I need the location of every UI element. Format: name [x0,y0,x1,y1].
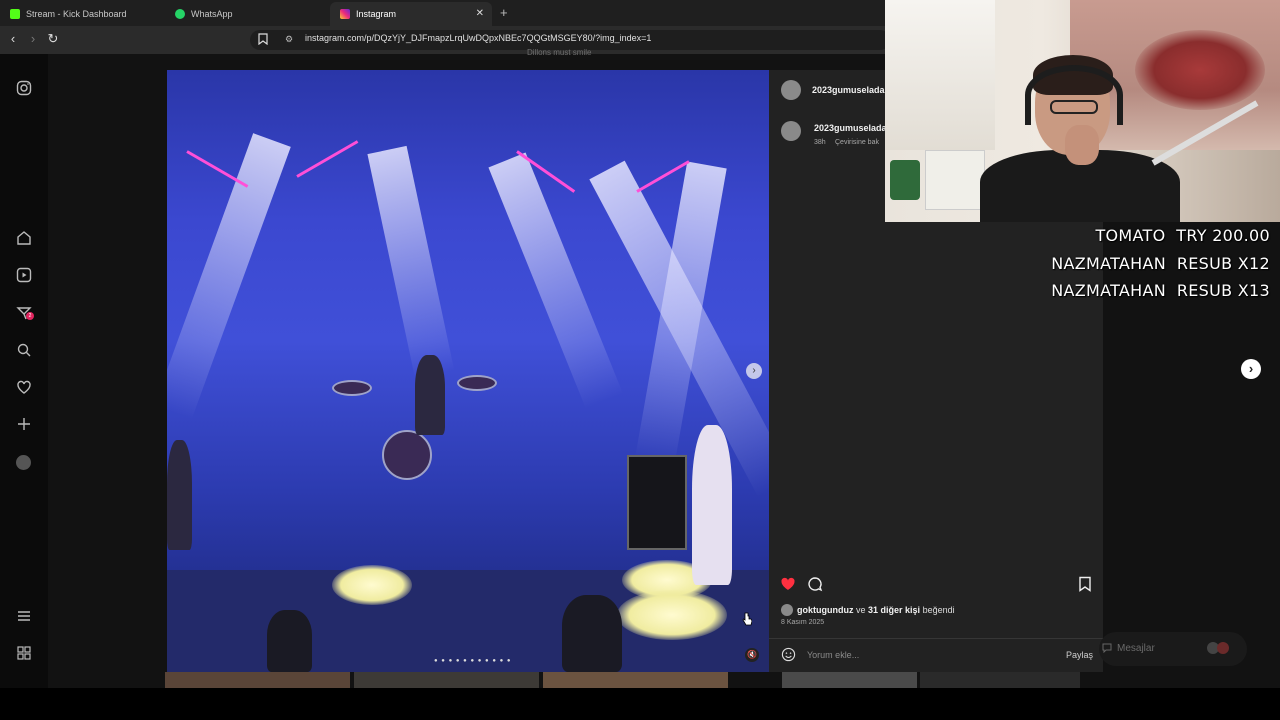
instagram-logo-icon[interactable] [14,78,34,98]
related-post-thumbnail[interactable] [354,672,539,688]
messages-label: Mesajlar [1117,643,1155,654]
tab-whatsapp[interactable]: WhatsApp [165,2,330,26]
messages-avatars [1207,642,1229,654]
related-post-thumbnail[interactable] [920,672,1080,688]
forward-icon[interactable]: › [24,31,42,46]
reels-icon[interactable] [14,265,34,285]
divider [769,638,1103,639]
create-plus-icon[interactable] [14,414,34,434]
headset [1025,65,1123,125]
alert-name: NAZMATAHAN [1051,254,1167,273]
alert-detail: RESUB X12 [1176,254,1270,273]
tapestry-tree [1135,30,1265,110]
window [885,0,995,150]
alert-name: TOMATO [1095,226,1166,245]
media-next-arrow-icon[interactable]: › [746,363,762,379]
related-post-thumbnail[interactable] [165,672,350,688]
cymbal [332,380,372,396]
post-media-image[interactable] [167,70,769,672]
comment-input[interactable]: Yorum ekle... [807,650,859,660]
home-icon[interactable] [14,228,34,248]
carousel-dots: ● ● ● ● ● ● ● ● ● ● ● [434,658,512,664]
bookmark-icon[interactable] [258,33,268,45]
profile-avatar[interactable] [16,455,31,470]
back-icon[interactable]: ‹ [4,31,22,46]
mute-icon[interactable]: 🔇 [745,648,759,662]
whatsapp-icon [175,9,185,19]
drummer [415,355,445,435]
crowd-head [267,610,312,672]
instagram-sidebar [0,54,48,688]
site-info-icon[interactable]: ⚙ [285,34,293,45]
hand-cursor-icon [742,612,752,626]
alert-row: NAZMATAHAN RESUB X13 [1051,281,1270,300]
likes-conjunction: ve [856,605,866,615]
next-post-arrow-icon[interactable]: › [1241,359,1261,379]
likes-others[interactable]: 31 diğer kişi [868,605,920,615]
post-date: 8 Kasım 2025 [781,619,825,626]
messages-icon [1102,643,1112,653]
kick-icon [10,9,20,19]
liker-username[interactable]: goktugunduz [797,605,853,615]
alert-row: TOMATO TRY 200.00 [1095,226,1270,245]
stream-alerts: TOMATO TRY 200.00 NAZMATAHAN RESUB X12 N… [1040,222,1280,302]
likes-summary[interactable]: goktugunduz ve 31 diğer kişi beğendi [797,605,955,615]
comment-username[interactable]: 2023gumuselada [814,123,887,133]
heart-notifications-icon[interactable] [14,377,34,397]
save-bookmark-icon[interactable] [1077,576,1093,592]
url-text[interactable]: instagram.com/p/DQzYjY_DJFmapzLrqUwDQpxN… [305,33,651,43]
bottles [890,160,920,200]
alert-name: NAZMATAHAN [1051,281,1167,300]
guitarist [692,425,732,585]
cymbal [457,375,497,391]
apps-icon[interactable] [14,643,34,663]
new-tab-button[interactable]: + [500,5,508,20]
radiator [925,150,985,210]
related-post-thumbnail[interactable] [543,672,728,688]
drum-kit [382,430,432,480]
crowd-head [562,595,622,672]
tab-label: WhatsApp [191,9,233,19]
instagram-icon [340,9,350,19]
streamer-hand [1065,125,1099,165]
floor-spotlight [617,590,727,640]
bassist [167,440,192,550]
floor-spotlight [332,565,412,605]
glasses [1050,100,1098,114]
tab-instagram[interactable]: Instagram ✕ [330,2,492,26]
comment-icon[interactable] [807,576,823,592]
liker-avatar [781,604,793,616]
alert-detail: RESUB X13 [1176,281,1270,300]
taskbar-area [0,688,1280,720]
see-translation-link[interactable]: Çevirisine bak [835,139,879,146]
tab-label: Stream - Kick Dashboard [26,9,127,19]
related-post-thumbnail[interactable] [782,672,917,688]
webcam-overlay [885,0,1280,222]
author-username[interactable]: 2023gumuselada [812,85,885,95]
likes-suffix: beğendi [922,605,955,615]
tab-kick-dashboard[interactable]: Stream - Kick Dashboard [0,2,165,26]
close-tab-icon[interactable]: ✕ [476,8,484,19]
like-heart-icon[interactable] [780,576,796,592]
amplifier [627,455,687,550]
author-avatar[interactable] [781,80,801,100]
related-posts-strip [165,672,1080,688]
more-menu-icon[interactable] [14,606,34,626]
share-button[interactable]: Paylaş [1066,650,1093,660]
alert-detail: TRY 200.00 [1176,226,1270,245]
emoji-icon[interactable] [781,647,796,662]
comment-age: 38h [814,139,826,146]
caption-fragment: Dillons must smile [527,48,592,57]
commenter-avatar[interactable] [781,121,801,141]
alert-row: NAZMATAHAN RESUB X12 [1051,254,1270,273]
notification-badge: 2 [26,312,34,320]
search-icon[interactable] [14,340,34,360]
reload-icon[interactable]: ↻ [44,31,62,47]
tab-label: Instagram [356,9,397,19]
